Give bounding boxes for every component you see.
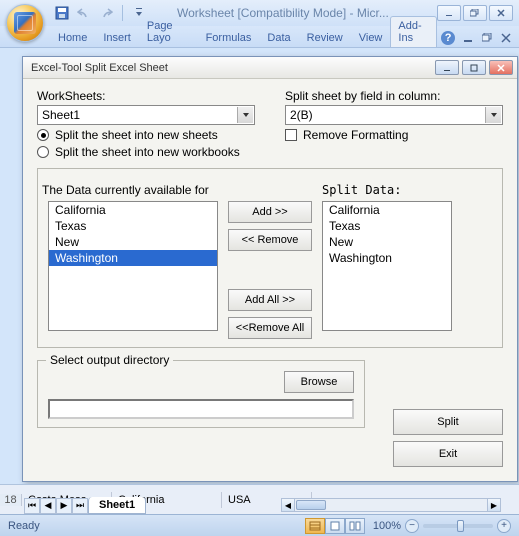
- remove-formatting-checkbox[interactable]: Remove Formatting: [285, 128, 503, 142]
- dialog-maximize-button[interactable]: [462, 60, 486, 75]
- worksheets-label: WorkSheets:: [37, 89, 255, 103]
- ribbon-tabs: Home Insert Page Layo Formulas Data Revi…: [0, 26, 519, 48]
- splitdata-label: Split Data:: [322, 183, 452, 197]
- list-item[interactable]: Texas: [323, 218, 451, 234]
- dialog-title: Excel-Tool Split Excel Sheet: [31, 62, 168, 74]
- app-minimize-button[interactable]: [437, 5, 461, 21]
- browse-button[interactable]: Browse: [284, 371, 354, 393]
- view-pagebreak-icon[interactable]: [345, 518, 365, 534]
- scroll-thumb[interactable]: [296, 500, 326, 510]
- sheet-nav-prev[interactable]: ◀: [40, 498, 56, 514]
- splitcol-select[interactable]: 2(B): [285, 105, 503, 125]
- app-titlebar: Worksheet [Compatibility Mode] - Micr...: [0, 0, 519, 26]
- chevron-down-icon: [485, 107, 501, 123]
- office-button[interactable]: [6, 4, 44, 42]
- output-path-input[interactable]: [48, 399, 354, 419]
- radio-icon: [37, 129, 49, 141]
- worksheet-select[interactable]: Sheet1: [37, 105, 255, 125]
- output-directory-frame: Select output directory Browse: [37, 360, 365, 428]
- radio-label: Split the sheet into new workbooks: [55, 145, 240, 159]
- app-close-button[interactable]: [489, 5, 513, 21]
- doc-close-icon[interactable]: [498, 29, 513, 47]
- help-icon[interactable]: ?: [439, 29, 457, 47]
- radio-new-sheets[interactable]: Split the sheet into new sheets: [37, 128, 255, 142]
- sheet-tab[interactable]: Sheet1: [88, 497, 146, 514]
- sheet-nav-last[interactable]: ⏭: [72, 498, 88, 514]
- status-ready: Ready: [8, 520, 40, 532]
- window-controls: [437, 5, 519, 21]
- data-frame: The Data currently available for Califor…: [37, 168, 503, 348]
- list-item[interactable]: Washington: [49, 250, 217, 266]
- undo-icon[interactable]: [76, 5, 92, 21]
- save-icon[interactable]: [54, 5, 70, 21]
- split-sheet-dialog: Excel-Tool Split Excel Sheet WorkSheets:…: [22, 56, 518, 482]
- sheet-nav-first[interactable]: ⏮: [24, 498, 40, 514]
- tab-home[interactable]: Home: [50, 28, 95, 47]
- exit-button[interactable]: Exit: [393, 441, 503, 467]
- tab-insert[interactable]: Insert: [95, 28, 139, 47]
- add-all-button[interactable]: Add All >>: [228, 289, 312, 311]
- app-restore-button[interactable]: [463, 5, 487, 21]
- radio-new-workbooks[interactable]: Split the sheet into new workbooks: [37, 145, 255, 159]
- tab-data[interactable]: Data: [259, 28, 298, 47]
- worksheet-value: Sheet1: [42, 108, 80, 122]
- tab-pagelayout[interactable]: Page Layo: [139, 16, 198, 47]
- list-item[interactable]: California: [323, 202, 451, 218]
- dialog-titlebar[interactable]: Excel-Tool Split Excel Sheet: [23, 57, 517, 79]
- view-normal-icon[interactable]: [305, 518, 325, 534]
- tab-addins[interactable]: Add-Ins: [390, 16, 437, 47]
- status-bar: Ready 100% − +: [0, 514, 519, 536]
- row-header[interactable]: 18: [0, 494, 22, 506]
- dialog-minimize-button[interactable]: [435, 60, 459, 75]
- app-title: Worksheet [Compatibility Mode] - Micr...: [177, 6, 389, 20]
- radio-icon: [37, 146, 49, 158]
- list-item[interactable]: Washington: [323, 250, 451, 266]
- zoom-controls: 100% − +: [373, 519, 511, 533]
- dialog-close-button[interactable]: [489, 60, 513, 75]
- redo-icon[interactable]: [98, 5, 114, 21]
- available-label: The Data currently available for: [42, 183, 218, 197]
- scroll-right-icon[interactable]: ▶: [487, 499, 500, 511]
- tab-formulas[interactable]: Formulas: [198, 28, 260, 47]
- remove-button[interactable]: << Remove: [228, 229, 312, 251]
- remove-all-button[interactable]: <<Remove All: [228, 317, 312, 339]
- list-item[interactable]: New: [49, 234, 217, 250]
- list-item[interactable]: Texas: [49, 218, 217, 234]
- excel-grid-strip: 18 Costa Mesa California USA ⏮ ◀ ▶ ⏭ She…: [0, 484, 519, 514]
- scroll-left-icon[interactable]: ◀: [282, 499, 295, 511]
- output-legend: Select output directory: [46, 353, 173, 367]
- qat-separator: [122, 5, 123, 21]
- zoom-out-button[interactable]: −: [405, 519, 419, 533]
- add-button[interactable]: Add >>: [228, 201, 312, 223]
- sheet-nav-next[interactable]: ▶: [56, 498, 72, 514]
- doc-restore-icon[interactable]: [480, 29, 495, 47]
- horizontal-scrollbar[interactable]: ◀ ▶: [281, 498, 501, 512]
- available-listbox[interactable]: California Texas New Washington: [48, 201, 218, 331]
- tab-view[interactable]: View: [351, 28, 391, 47]
- split-button[interactable]: Split: [393, 409, 503, 435]
- tab-review[interactable]: Review: [299, 28, 351, 47]
- zoom-slider[interactable]: [423, 524, 493, 528]
- radio-label: Split the sheet into new sheets: [55, 128, 218, 142]
- splitcol-value: 2(B): [290, 108, 313, 122]
- view-pagelayout-icon[interactable]: [325, 518, 345, 534]
- chevron-down-icon: [237, 107, 253, 123]
- zoom-value[interactable]: 100%: [373, 520, 401, 532]
- checkbox-icon: [285, 129, 297, 141]
- quick-access-toolbar: [54, 5, 147, 21]
- doc-minimize-icon[interactable]: [461, 29, 476, 47]
- splitcol-label: Split sheet by field in column:: [285, 89, 503, 103]
- list-item[interactable]: New: [323, 234, 451, 250]
- list-item[interactable]: California: [49, 202, 217, 218]
- zoom-in-button[interactable]: +: [497, 519, 511, 533]
- checkbox-label: Remove Formatting: [303, 128, 408, 142]
- splitdata-listbox[interactable]: California Texas New Washington: [322, 201, 452, 331]
